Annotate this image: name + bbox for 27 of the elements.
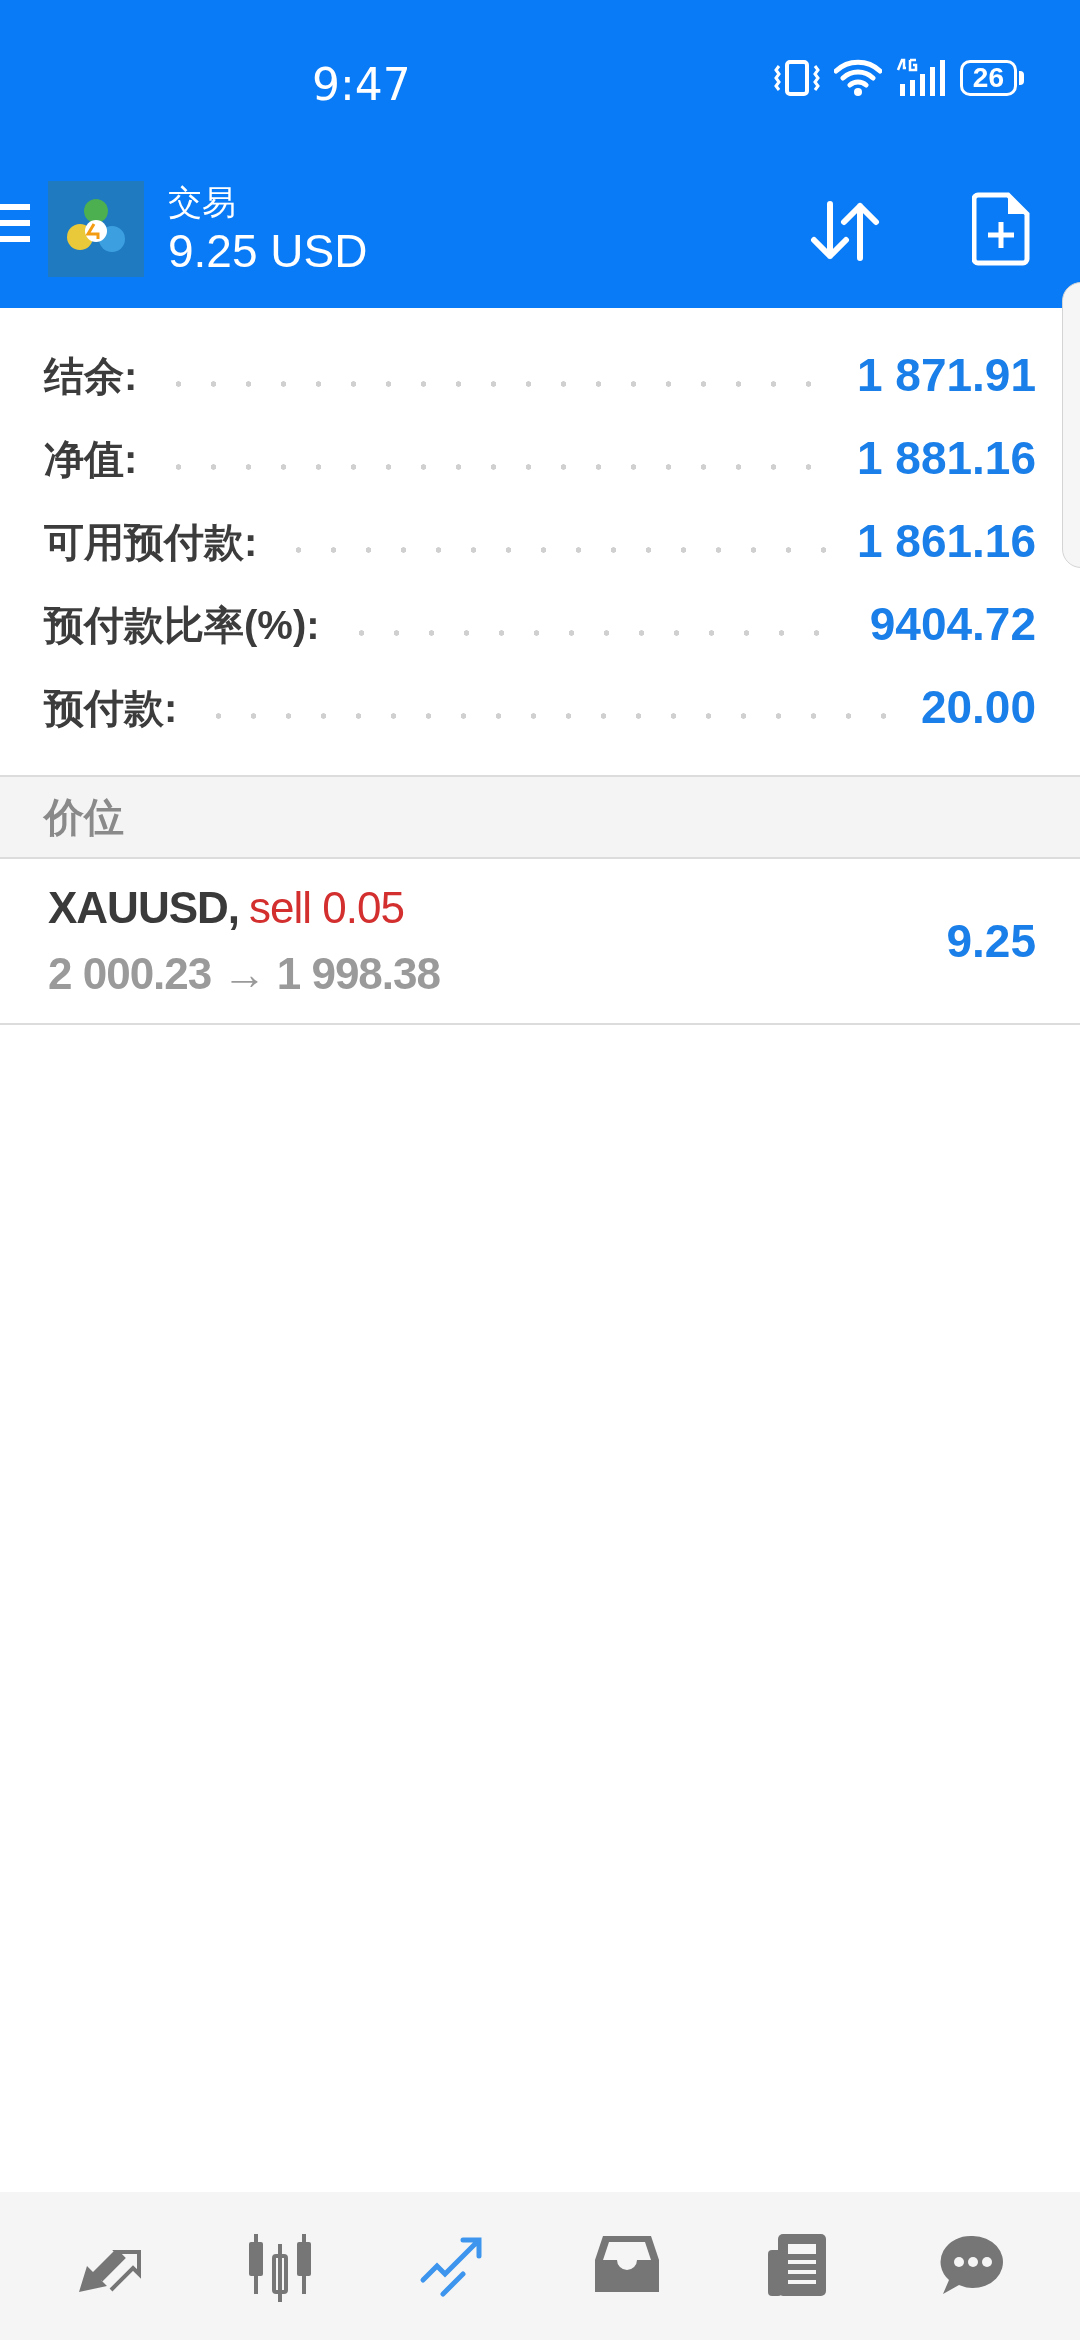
- app-logo-icon: [48, 181, 144, 277]
- symbol-label: XAUUSD,: [48, 882, 240, 934]
- balance-subtitle: 9.25 USD: [168, 224, 368, 278]
- field-value: 9404.72: [869, 597, 1036, 652]
- status-time: 9:47: [312, 58, 411, 112]
- wifi-icon: [833, 59, 882, 97]
- field-label: 预付款比率(%):: [44, 601, 320, 649]
- section-header: 价位: [44, 794, 124, 841]
- menu-icon[interactable]: [0, 202, 30, 244]
- signal-icon: [895, 58, 946, 98]
- screen-title: 交易: [168, 182, 237, 223]
- field-label: 可用预付款:: [44, 518, 258, 566]
- field-label: 预付款:: [44, 684, 178, 732]
- position-row[interactable]: XAUUSD, sell 0.05 2 000.23 → 1 998.38 9.25: [0, 859, 1080, 1025]
- profit-value: 9.25: [946, 913, 1036, 969]
- field-value: 1 861.16: [856, 514, 1036, 569]
- price-change: 2 000.23 → 1 998.38: [48, 948, 441, 1000]
- field-value: 20.00: [920, 680, 1036, 735]
- order-type: sell 0.05: [249, 882, 404, 934]
- field-label: 净值:: [44, 435, 138, 483]
- field-value: 1 871.91: [856, 348, 1036, 403]
- field-value: 1 881.16: [856, 431, 1036, 486]
- sort-icon[interactable]: [810, 200, 880, 262]
- vibrate-icon: [773, 58, 820, 98]
- field-label: 结余:: [44, 352, 138, 400]
- new-document-icon[interactable]: [972, 192, 1030, 266]
- battery-indicator: 26: [959, 60, 1024, 96]
